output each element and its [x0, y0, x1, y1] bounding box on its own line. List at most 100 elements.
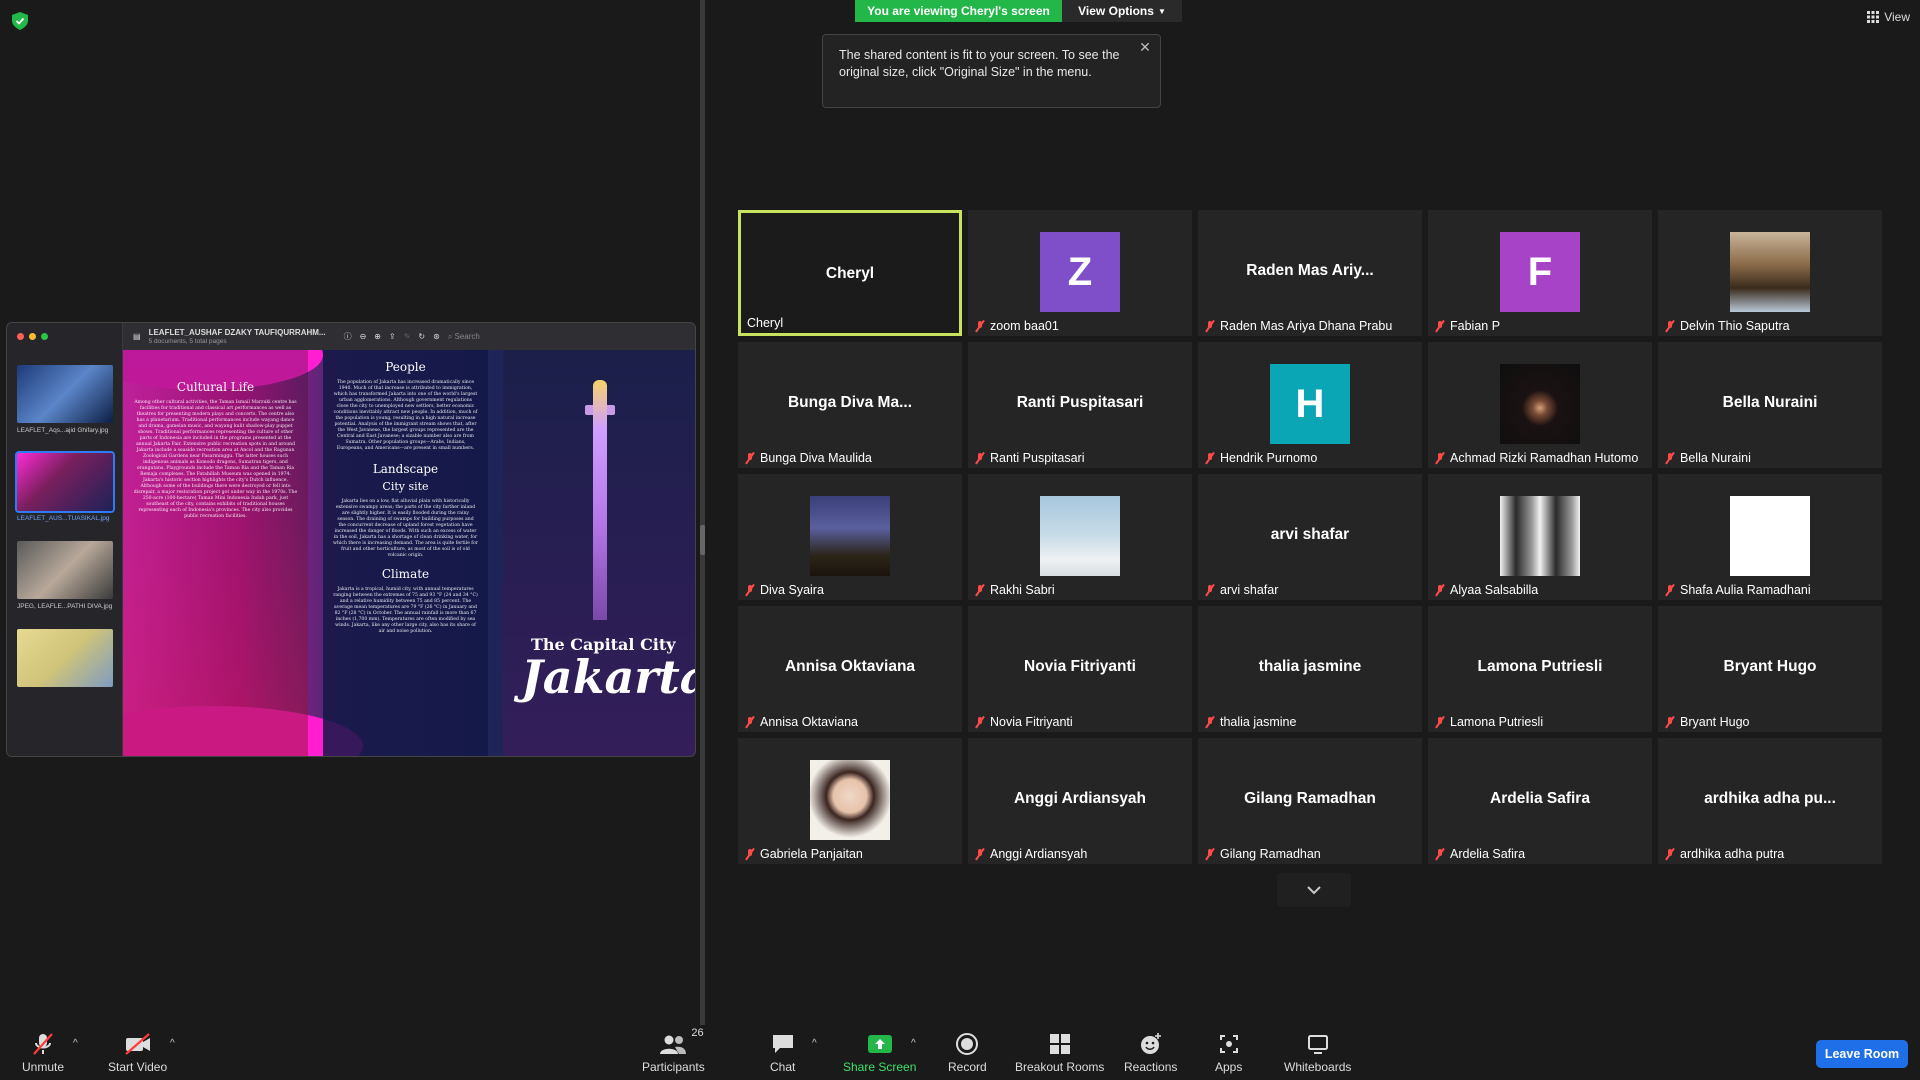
participant-name: ardhika adha putra: [1680, 847, 1785, 861]
split-divider-handle[interactable]: [700, 525, 705, 555]
profile-photo: [1500, 364, 1580, 444]
share-screen-label: Share Screen: [843, 1060, 917, 1074]
participant-tile[interactable]: ardhika adha pu... ardhika adha putra: [1658, 738, 1882, 864]
whiteboards-button[interactable]: Whiteboards: [1284, 1031, 1351, 1074]
breakout-rooms-icon: [1049, 1031, 1071, 1057]
participant-tile[interactable]: Alyaa Salsabilla: [1428, 474, 1652, 600]
microphone-muted-icon: [30, 1031, 56, 1057]
culture-heading: Cultural Life: [176, 380, 255, 394]
participant-display-name: Gilang Ramadhan: [1244, 790, 1376, 807]
apps-button[interactable]: Apps: [1215, 1031, 1242, 1074]
participant-tile[interactable]: Delvin Thio Saputra: [1658, 210, 1882, 336]
share-screen-icon: [867, 1031, 893, 1057]
participants-count-badge: 26: [691, 1027, 704, 1039]
participant-display-name: Bunga Diva Ma...: [787, 394, 913, 411]
participant-name-label: Annisa Oktaviana: [744, 714, 858, 730]
video-options-caret[interactable]: ^: [170, 1038, 175, 1049]
participant-tile[interactable]: Rakhi Sabri: [968, 474, 1192, 600]
chat-button[interactable]: Chat: [770, 1031, 795, 1074]
people-heading: People: [385, 360, 426, 374]
participant-name-label: Shafa Aulia Ramadhani: [1664, 582, 1811, 598]
landscape-heading: Landscape: [372, 462, 439, 476]
start-video-button[interactable]: Start Video: [108, 1031, 167, 1074]
participant-name: Bunga Diva Maulida: [760, 451, 872, 465]
participant-tile[interactable]: Ardelia Safira Ardelia Safira: [1428, 738, 1652, 864]
whiteboards-label: Whiteboards: [1284, 1060, 1352, 1074]
breakout-rooms-button[interactable]: Breakout Rooms: [1015, 1031, 1104, 1074]
maximize-window-dot: [41, 333, 48, 340]
close-icon[interactable]: ✕: [1138, 40, 1152, 54]
audio-options-caret[interactable]: ^: [73, 1038, 78, 1049]
participant-name: Lamona Putriesli: [1450, 715, 1544, 729]
participants-button[interactable]: 26 Participants: [642, 1027, 705, 1074]
participant-name-label: Bella Nuraini: [1664, 450, 1751, 466]
participant-name-label: Alyaa Salsabilla: [1434, 582, 1538, 598]
landscape-text: Jakarta lies on a low, flat alluvial pla…: [333, 499, 478, 558]
participant-name-label: Achmad Rizki Ramadhan Hutomo: [1434, 450, 1638, 466]
participant-name-label: Cheryl: [747, 315, 783, 331]
profile-photo: [1730, 496, 1810, 576]
reactions-button[interactable]: Reactions: [1124, 1031, 1177, 1074]
microphone-muted-icon: [1664, 320, 1676, 332]
participant-tile[interactable]: arvi shafar arvi shafar: [1198, 474, 1422, 600]
participant-tile[interactable]: Raden Mas Ariy... Raden Mas Ariya Dhana P…: [1198, 210, 1422, 336]
zoom-meeting-window: LEAFLET_Aqs...ajid Ghifary.jpg LEAFLET_A…: [0, 0, 1920, 1080]
participant-tile[interactable]: Bryant Hugo Bryant Hugo: [1658, 606, 1882, 732]
split-divider[interactable]: [700, 0, 705, 1025]
participant-tile[interactable]: Annisa Oktaviana Annisa Oktaviana: [738, 606, 962, 732]
apps-label: Apps: [1215, 1060, 1243, 1074]
microphone-muted-icon: [974, 584, 986, 596]
microphone-muted-icon: [1664, 584, 1676, 596]
profile-photo: [1040, 496, 1120, 576]
participant-name: Bella Nuraini: [1680, 451, 1751, 465]
participant-tile[interactable]: Gabriela Panjaitan: [738, 738, 962, 864]
participant-name: arvi shafar: [1220, 583, 1279, 597]
share-screen-button[interactable]: Share Screen: [843, 1031, 916, 1074]
participant-tile[interactable]: Bunga Diva Ma... Bunga Diva Maulida: [738, 342, 962, 468]
participant-tile[interactable]: Shafa Aulia Ramadhani: [1658, 474, 1882, 600]
meeting-toolbar: Unmute ^ Start Video ^ 26 Participants C…: [0, 1025, 1920, 1080]
participant-tile[interactable]: Gilang Ramadhan Gilang Ramadhan: [1198, 738, 1422, 864]
microphone-muted-icon: [1664, 716, 1676, 728]
microphone-muted-icon: [974, 716, 986, 728]
participant-name-label: Raden Mas Ariya Dhana Prabu: [1204, 318, 1392, 334]
microphone-muted-icon: [1664, 848, 1676, 860]
participant-name: zoom baa01: [990, 319, 1059, 333]
participant-tile[interactable]: thalia jasmine thalia jasmine: [1198, 606, 1422, 732]
unmute-button[interactable]: Unmute: [22, 1031, 64, 1074]
view-options-button[interactable]: View Options ▼: [1062, 0, 1182, 22]
participant-tile[interactable]: Diva Syaira: [738, 474, 962, 600]
participant-name: Alyaa Salsabilla: [1450, 583, 1539, 597]
participant-tile[interactable]: Lamona Putriesli Lamona Putriesli: [1428, 606, 1652, 732]
leave-room-button[interactable]: Leave Room: [1816, 1040, 1908, 1068]
participant-name: Annisa Oktaviana: [760, 715, 858, 729]
annotate-icon: ⊛: [433, 332, 440, 341]
participant-tile[interactable]: F Fabian P: [1428, 210, 1652, 336]
participant-tile[interactable]: Cheryl Cheryl: [738, 210, 962, 336]
participant-tile[interactable]: Zzoom baa01: [968, 210, 1192, 336]
participant-tile[interactable]: Anggi Ardiansyah Anggi Ardiansyah: [968, 738, 1192, 864]
participant-name: Cheryl: [747, 316, 784, 330]
participant-name: Shafa Aulia Ramadhani: [1680, 583, 1811, 597]
participant-tile[interactable]: Bella Nuraini Bella Nuraini: [1658, 342, 1882, 468]
climate-heading: Climate: [381, 567, 430, 581]
participant-name: Delvin Thio Saputra: [1680, 319, 1790, 333]
chevron-down-icon: [1307, 886, 1321, 895]
thumbnail-4: [17, 629, 113, 687]
view-layout-button[interactable]: View: [1867, 10, 1910, 24]
participant-tile[interactable]: Ranti Puspitasari Ranti Puspitasari: [968, 342, 1192, 468]
record-button[interactable]: Record: [948, 1031, 987, 1074]
encryption-shield-icon[interactable]: [12, 12, 28, 30]
participant-name: Diva Syaira: [760, 583, 824, 597]
participant-name-label: arvi shafar: [1204, 582, 1278, 598]
participant-tile[interactable]: H Hendrik Purnomo: [1198, 342, 1422, 468]
participant-tile[interactable]: Achmad Rizki Ramadhan Hutomo: [1428, 342, 1652, 468]
thumbnail-2: LEAFLET_AUS...TUASIKAL.jpg: [15, 451, 115, 522]
microphone-muted-icon: [1204, 848, 1216, 860]
gallery-next-page-button[interactable]: [1277, 873, 1351, 907]
thumbnail-image: [17, 541, 113, 599]
chat-options-caret[interactable]: ^: [812, 1038, 817, 1049]
participant-tile[interactable]: Novia Fitriyanti Novia Fitriyanti: [968, 606, 1192, 732]
tooltip-text: The shared content is fit to your screen…: [839, 48, 1120, 79]
share-options-caret[interactable]: ^: [911, 1038, 916, 1049]
